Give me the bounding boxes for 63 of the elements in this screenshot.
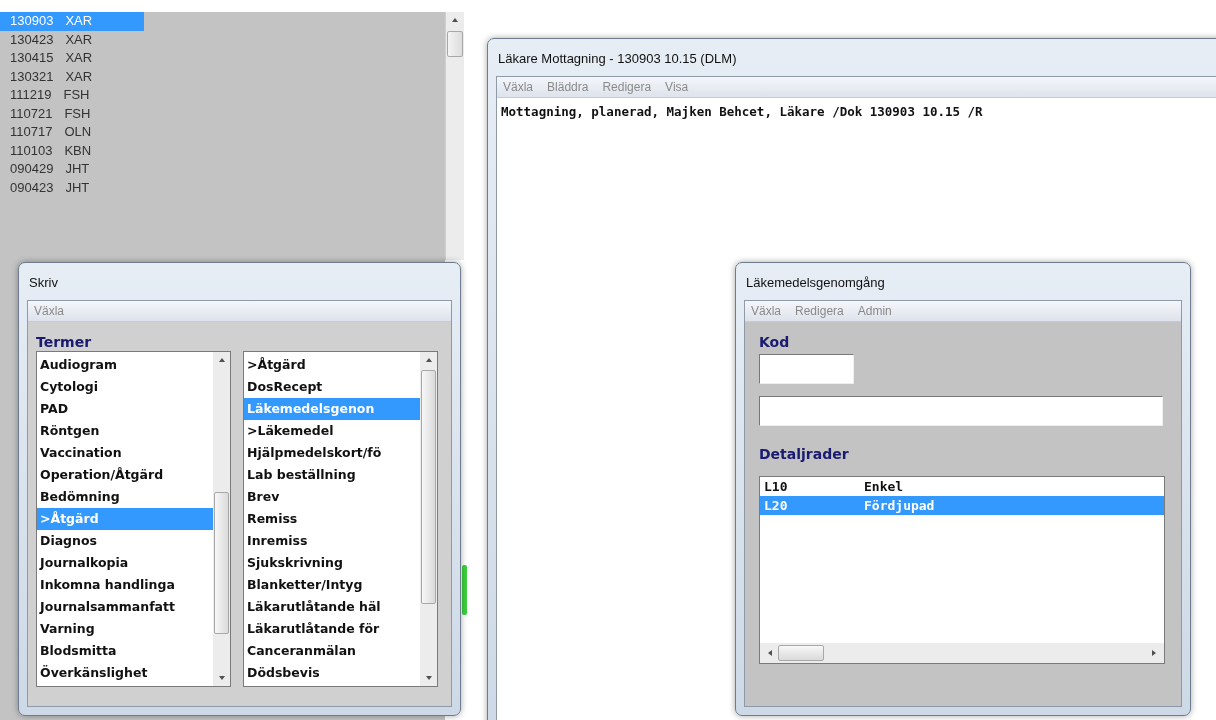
list-item[interactable]: Operation/Åtgärd (37, 464, 213, 486)
scrollbar[interactable] (213, 352, 230, 686)
list-row[interactable]: 090429 JHT (8, 160, 144, 179)
list-item[interactable]: >Åtgärd (244, 354, 420, 376)
scroll-up-icon[interactable] (451, 16, 459, 24)
list-row[interactable]: 130423 XAR (8, 30, 144, 49)
list-row[interactable]: 130321 XAR (8, 67, 144, 86)
list-item[interactable]: Sjukskrivning (244, 552, 420, 574)
scroll-thumb[interactable] (778, 645, 824, 661)
scroll-up-icon[interactable] (424, 356, 433, 364)
field-label: Kod (759, 334, 791, 350)
scroll-thumb[interactable] (421, 370, 436, 604)
scroll-up-icon[interactable] (217, 356, 226, 364)
list-item[interactable]: Diagnos (37, 530, 213, 552)
list-item[interactable]: Journalkopia (37, 552, 213, 574)
scroll-down-icon[interactable] (424, 674, 433, 682)
input-field[interactable] (759, 396, 1163, 426)
window-title: Läkemedelsgenomgång (745, 274, 886, 292)
list-item[interactable]: Överkänslighet (37, 662, 213, 684)
list-item[interactable]: Röntgen (37, 420, 213, 442)
list-item[interactable]: Cytologi (37, 376, 213, 398)
list-item[interactable]: Blodsmitta (37, 640, 213, 662)
indicator-strip (462, 565, 467, 615)
list-item[interactable]: Dödsbevis (244, 662, 420, 684)
list-row[interactable]: 110103 KBN (8, 141, 144, 160)
list-item[interactable]: Brev (244, 486, 420, 508)
list-item[interactable]: Hjälpmedelskort/fö (244, 442, 420, 464)
list-item[interactable]: PAD (37, 398, 213, 420)
scroll-left-icon[interactable] (766, 649, 774, 657)
scroll-down-icon[interactable] (217, 674, 226, 682)
list-item[interactable]: Canceranmälan (244, 640, 420, 662)
list-item[interactable]: Lab beställning (244, 464, 420, 486)
list-item[interactable]: Remiss (244, 508, 420, 530)
window-title: Skriv (28, 274, 59, 292)
list-item[interactable]: DosRecept (244, 376, 420, 398)
scrollbar[interactable] (445, 12, 464, 260)
list-item[interactable]: Journalsammanfatt (37, 596, 213, 618)
list-item[interactable]: >Läkemedel (244, 420, 420, 442)
list-item[interactable]: Varning (37, 618, 213, 640)
list-item[interactable]: Vaccination (37, 442, 213, 464)
list-row[interactable]: 111219 FSH (8, 86, 144, 105)
scrollbar[interactable] (420, 352, 437, 686)
list-item[interactable]: Audiogram (37, 354, 213, 376)
input-field[interactable] (759, 354, 854, 384)
list-item[interactable]: Inkomna handlinga (37, 574, 213, 596)
list-item[interactable]: Bedömning (37, 486, 213, 508)
list-row[interactable]: L10 Enkel (760, 477, 1164, 496)
list-row[interactable]: 110717 OLN (8, 123, 144, 142)
scroll-right-icon[interactable] (1150, 649, 1158, 657)
list-item[interactable]: Blanketter/Intyg (244, 574, 420, 596)
document-text: Mottagning, planerad, Majken Behcet, Läkare /Dok 130903 10.15 /R (500, 103, 984, 121)
window-title: Läkare Mottagning - 130903 10.15 (DLM) (497, 50, 738, 68)
scroll-thumb[interactable] (214, 492, 229, 634)
scroll-thumb[interactable] (447, 31, 463, 57)
list-row[interactable]: 110721 FSH (8, 104, 144, 123)
list-item[interactable]: Inremiss (244, 530, 420, 552)
section-heading: Termer (36, 334, 93, 350)
scrollbar[interactable] (760, 643, 1164, 663)
list-item[interactable]: Läkarutlåtande för (244, 618, 420, 640)
section-heading: Detaljrader (759, 446, 850, 462)
list-item[interactable]: Läkarutlåtande häl (244, 596, 420, 618)
list-row[interactable]: 130415 XAR (8, 49, 144, 68)
list-row[interactable]: 090423 JHT (8, 178, 144, 197)
